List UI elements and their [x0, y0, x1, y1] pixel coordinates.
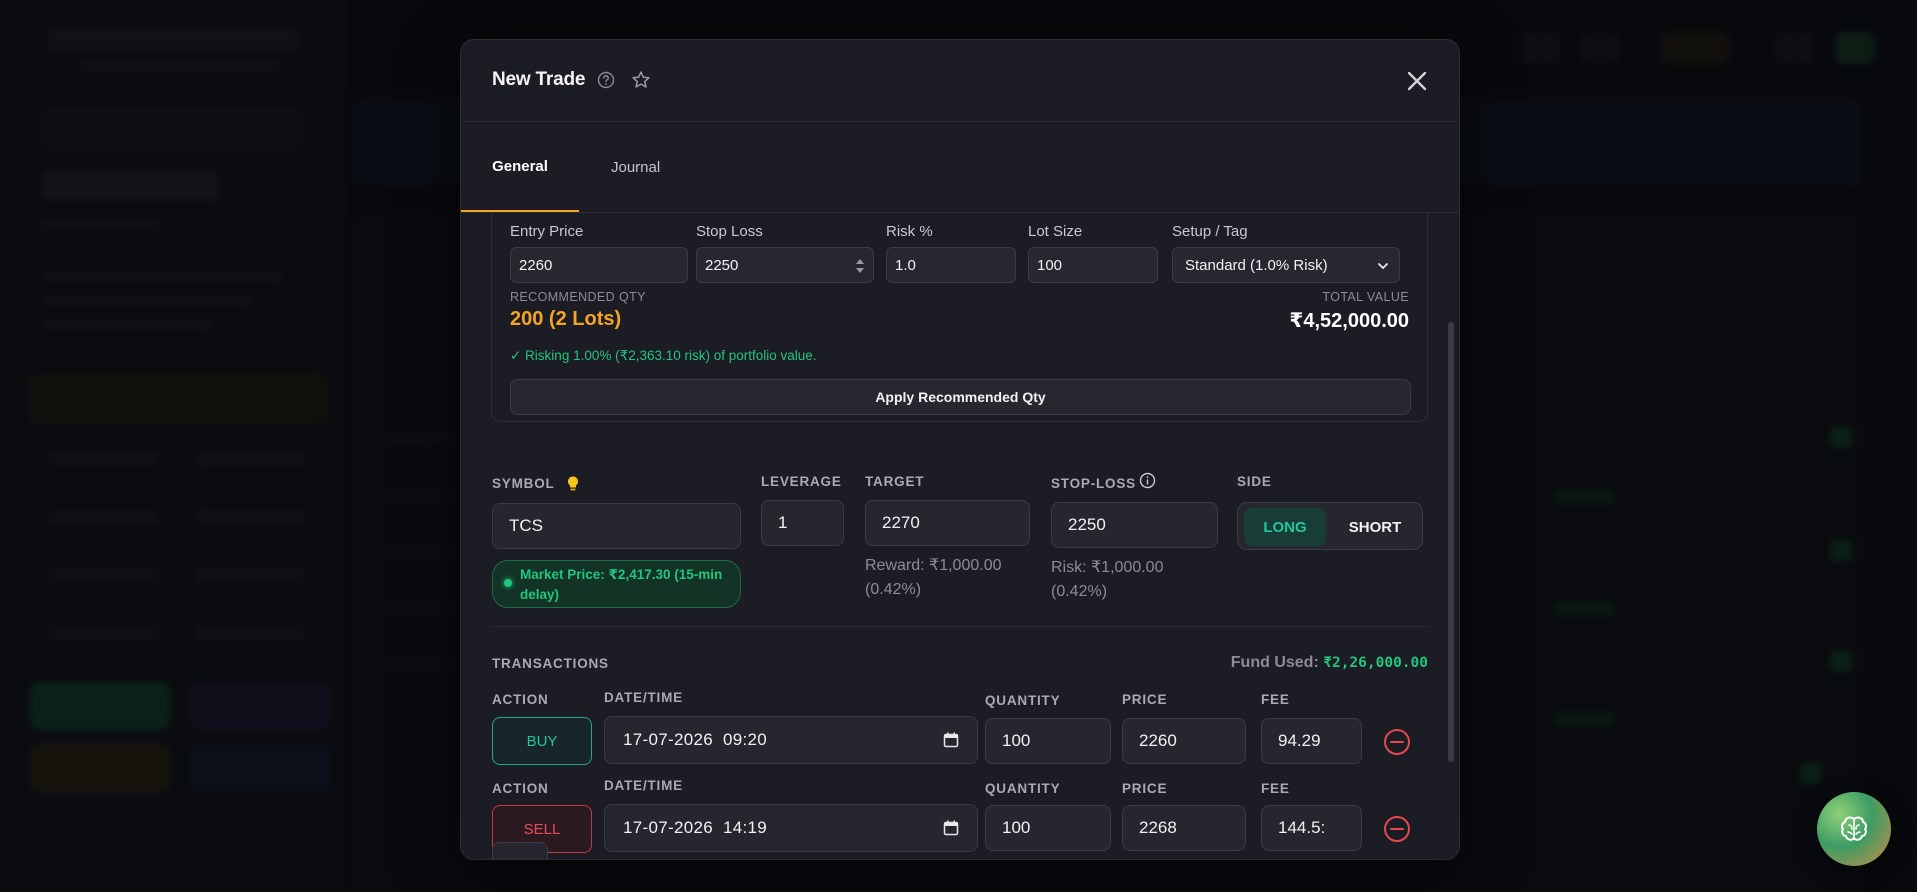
- side-long-button[interactable]: LONG: [1244, 508, 1326, 546]
- fee-label: FEE: [1261, 781, 1290, 796]
- datetime-input[interactable]: 17-07-2026 14:19: [604, 804, 978, 852]
- modal-scrollbar[interactable]: [1448, 322, 1454, 762]
- tab-journal[interactable]: Journal: [611, 122, 660, 212]
- minus-circle-icon[interactable]: [1383, 728, 1411, 756]
- live-dot-icon: [504, 579, 512, 587]
- lot-size-label: Lot Size: [1028, 223, 1083, 240]
- add-transaction-button[interactable]: [492, 842, 548, 859]
- tab-general[interactable]: General: [461, 122, 579, 212]
- modal-tabs: General Journal: [461, 122, 1459, 213]
- quantity-input[interactable]: 100: [985, 805, 1111, 851]
- risk-text: Risk: ₹1,000.00 (0.42%): [1051, 559, 1164, 600]
- market-price-badge: Market Price: ₹2,417.30 (15-min delay): [492, 560, 741, 608]
- stop-loss-value: 2250: [705, 256, 739, 274]
- fee-label: FEE: [1261, 692, 1290, 707]
- modal-header: New Trade: [461, 40, 1459, 122]
- reward-text: Reward: ₹1,000.00 (0.42%): [865, 557, 1002, 598]
- buy-action-button[interactable]: BUY: [492, 717, 592, 765]
- symbol-label: SYMBOL: [492, 476, 555, 491]
- recommended-qty-label: RECOMMENDED QTY: [510, 290, 646, 304]
- datetime-label: DATE/TIME: [604, 690, 683, 705]
- minus-circle-icon[interactable]: [1383, 815, 1411, 843]
- leverage-label: LEVERAGE: [761, 474, 842, 489]
- help-icon[interactable]: [597, 71, 615, 89]
- side-label: SIDE: [1237, 474, 1272, 489]
- total-value-label: TOTAL VALUE: [1322, 290, 1409, 304]
- bulb-icon[interactable]: [565, 475, 581, 493]
- setup-tag-select[interactable]: Standard (1.0% Risk): [1172, 247, 1400, 283]
- entry-price-label: Entry Price: [510, 223, 584, 240]
- action-label: ACTION: [492, 692, 549, 707]
- risk-percent-label: Risk %: [886, 223, 933, 240]
- calendar-icon[interactable]: [943, 732, 959, 748]
- quantity-label: QUANTITY: [985, 693, 1061, 708]
- lot-size-input[interactable]: 100: [1028, 247, 1158, 283]
- risk-calculator-panel: Entry Price 2260 Stop Loss 2250 Risk % 1…: [491, 214, 1428, 422]
- side-toggle: LONG SHORT: [1237, 502, 1423, 550]
- apply-recommended-qty-button[interactable]: Apply Recommended Qty: [510, 379, 1411, 415]
- side-short-button[interactable]: SHORT: [1334, 508, 1416, 546]
- price-label: PRICE: [1122, 781, 1168, 796]
- target-input[interactable]: 2270: [865, 500, 1030, 546]
- symbol-input[interactable]: TCS: [492, 503, 741, 549]
- market-price-text: Market Price: ₹2,417.30 (15-min delay): [520, 567, 723, 602]
- datetime-value: 17-07-2026 09:20: [623, 730, 768, 749]
- datetime-input[interactable]: 17-07-2026 09:20: [604, 716, 978, 764]
- total-value-value: ₹4,52,000.00: [1289, 310, 1409, 332]
- setup-tag-value: Standard (1.0% Risk): [1185, 256, 1328, 274]
- quantity-label: QUANTITY: [985, 781, 1061, 796]
- stop-loss-input[interactable]: 2250: [696, 247, 874, 283]
- transactions-label: TRANSACTIONS: [492, 656, 609, 671]
- action-label: ACTION: [492, 781, 549, 796]
- price-input[interactable]: 2268: [1122, 805, 1246, 851]
- new-trade-modal: New Trade General Journal Entry Price 22…: [460, 39, 1460, 860]
- modal-scroll-area[interactable]: Entry Price 2260 Stop Loss 2250 Risk % 1…: [461, 214, 1459, 859]
- modal-title: New Trade: [492, 69, 586, 90]
- risk-note: ✓ Risking 1.00% (₹2,363.10 risk) of port…: [510, 348, 817, 363]
- stoploss-label: STOP-LOSS: [1051, 476, 1136, 491]
- fee-input[interactable]: 144.5:: [1261, 805, 1362, 851]
- datetime-label: DATE/TIME: [604, 778, 683, 793]
- entry-price-input[interactable]: 2260: [510, 247, 688, 283]
- fund-used: Fund Used: ₹2,26,000.00: [1231, 654, 1428, 672]
- close-icon[interactable]: [1404, 68, 1430, 94]
- recommended-qty-value: 200 (2 Lots): [510, 308, 622, 330]
- fee-input[interactable]: 94.29: [1261, 718, 1362, 764]
- fund-used-label: Fund Used:: [1230, 654, 1319, 671]
- target-label: TARGET: [865, 474, 925, 489]
- risk-percent-input[interactable]: 1.0: [886, 247, 1016, 283]
- price-input[interactable]: 2260: [1122, 718, 1246, 764]
- price-label: PRICE: [1122, 692, 1168, 707]
- spinner-icon[interactable]: [855, 256, 865, 276]
- brain-icon: [1840, 816, 1868, 841]
- fund-used-value: ₹2,26,000.00: [1323, 655, 1428, 671]
- stoploss-input[interactable]: 2250: [1051, 502, 1218, 548]
- info-icon[interactable]: [1139, 472, 1156, 489]
- star-icon[interactable]: [631, 70, 651, 90]
- chevron-down-icon: [1378, 263, 1388, 270]
- leverage-input[interactable]: 1: [761, 500, 844, 546]
- quantity-input[interactable]: 100: [985, 718, 1111, 764]
- ai-assistant-button[interactable]: [1817, 792, 1891, 866]
- datetime-value: 17-07-2026 14:19: [623, 818, 768, 837]
- section-divider: [492, 626, 1429, 627]
- calendar-icon[interactable]: [943, 820, 959, 836]
- stop-loss-label: Stop Loss: [696, 223, 763, 240]
- setup-tag-label: Setup / Tag: [1172, 223, 1248, 240]
